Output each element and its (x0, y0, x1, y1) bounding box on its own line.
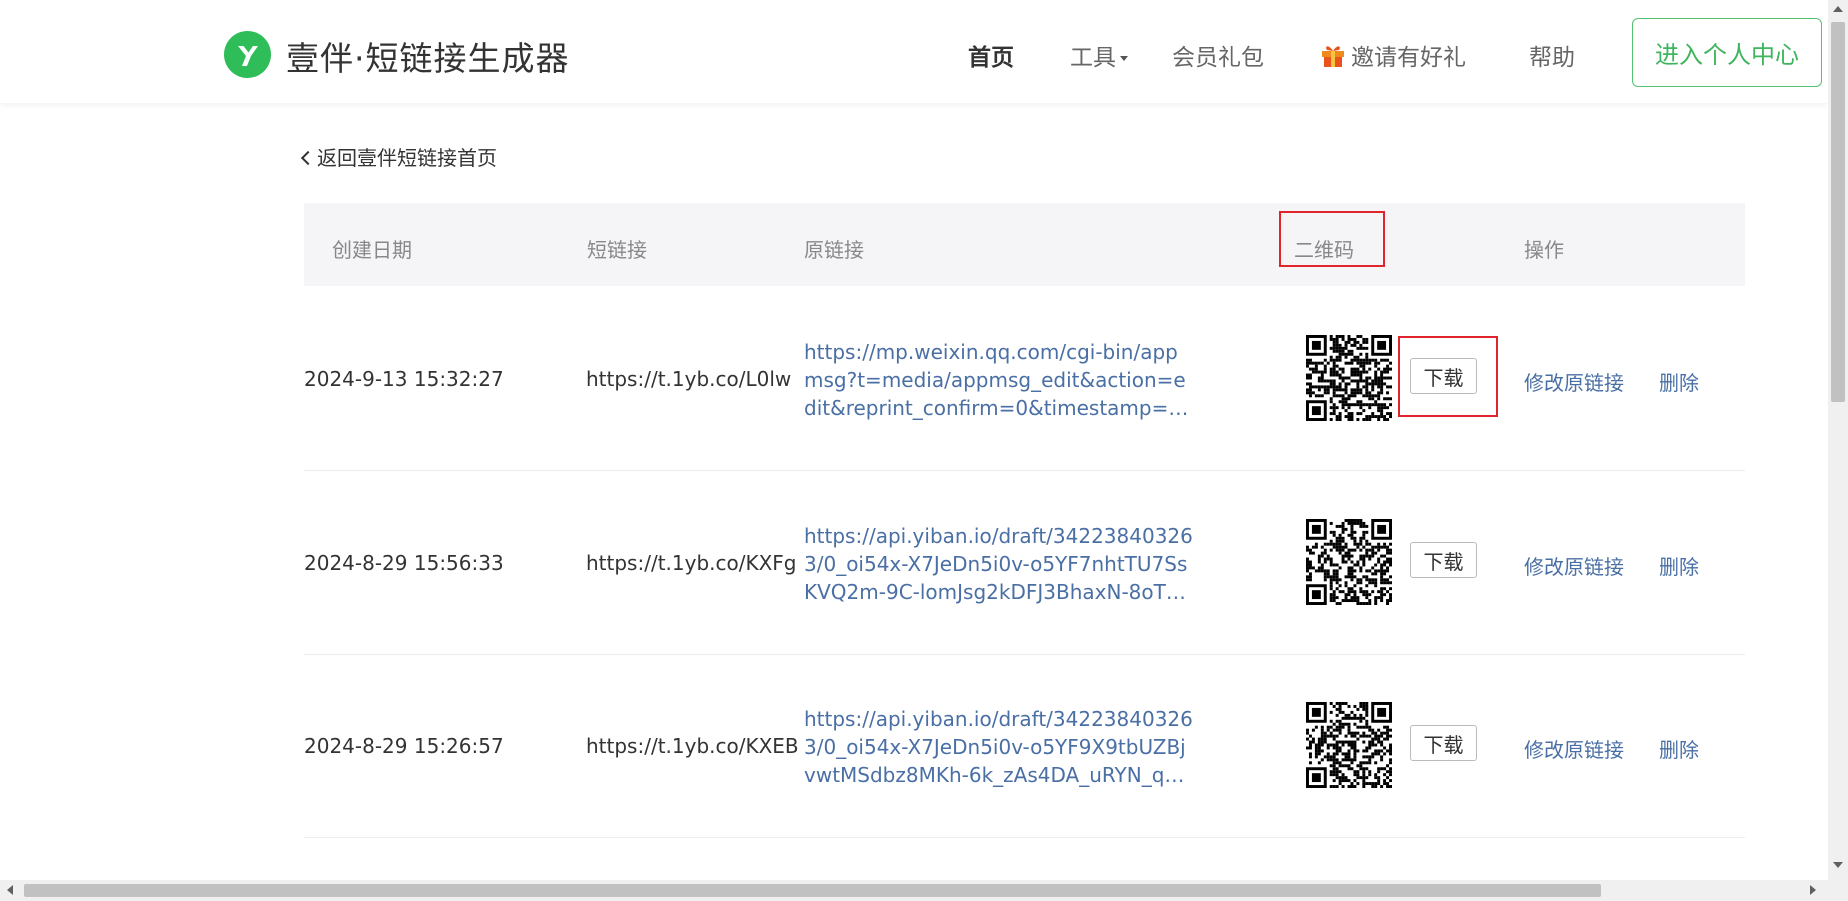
scroll-up-arrow-icon[interactable] (1833, 6, 1843, 12)
cell-date: 2024-8-29 15:26:57 (304, 734, 504, 758)
gift-icon (1322, 46, 1344, 67)
cell-short-link: https://t.1yb.co/L0lw (586, 367, 792, 391)
vertical-scrollbar[interactable] (1828, 0, 1848, 880)
cell-original-link[interactable]: https://api.yiban.io/draft/342238403263/… (804, 522, 1194, 606)
horizontal-scroll-thumb[interactable] (24, 884, 1601, 897)
horizontal-scrollbar[interactable] (0, 880, 1828, 901)
cell-original-link[interactable]: https://mp.weixin.qq.com/cgi-bin/appmsg?… (804, 338, 1194, 422)
logo-y-glyph (237, 45, 258, 66)
cell-short-link: https://t.1yb.co/KXEB (586, 734, 799, 758)
cell-short-link: https://t.1yb.co/KXFg (586, 551, 797, 575)
scroll-left-arrow-icon[interactable] (7, 885, 13, 895)
edit-original-link[interactable]: 修改原链接 (1524, 367, 1624, 396)
edit-original-link[interactable]: 修改原链接 (1524, 734, 1624, 763)
delete-link[interactable]: 删除 (1659, 734, 1699, 763)
download-button[interactable]: 下载 (1410, 725, 1477, 761)
table-row: 2024-8-29 15:26:57 https://t.1yb.co/KXEB… (304, 654, 1745, 838)
cell-date: 2024-9-13 15:32:27 (304, 367, 504, 391)
table-row: 2024-8-29 15:56:33 https://t.1yb.co/KXFg… (304, 471, 1745, 655)
qr-code-image (1306, 702, 1392, 788)
back-link[interactable]: 返回壹伴短链接首页 (300, 142, 497, 171)
vertical-scroll-thumb[interactable] (1831, 22, 1845, 402)
column-header-qrcode: 二维码 (1294, 238, 1354, 262)
qr-code-image (1306, 335, 1392, 421)
member-center-button[interactable]: 进入个人中心 (1632, 18, 1822, 87)
edit-original-link[interactable]: 修改原链接 (1524, 551, 1624, 580)
chevron-left-icon (300, 150, 316, 166)
column-header-actions: 操作 (1524, 238, 1564, 262)
nav-tools-label: 工具 (1070, 45, 1116, 71)
table-row: 2024-9-13 15:32:27 https://t.1yb.co/L0lw… (304, 287, 1745, 471)
cell-original-link[interactable]: https://api.yiban.io/draft/342238403263/… (804, 705, 1194, 789)
download-button[interactable]: 下载 (1410, 542, 1477, 578)
nav-membership[interactable]: 会员礼包 (1172, 38, 1264, 72)
delete-link[interactable]: 删除 (1659, 551, 1699, 580)
nav-invite-label: 邀请有好礼 (1351, 45, 1466, 71)
scroll-down-arrow-icon[interactable] (1833, 862, 1843, 868)
nav-tools[interactable]: 工具 (1070, 38, 1128, 72)
column-header-short-link: 短链接 (587, 238, 647, 262)
nav-invite[interactable]: 邀请有好礼 (1319, 38, 1466, 72)
scrollbar-corner (1828, 880, 1848, 901)
back-link-label: 返回壹伴短链接首页 (317, 146, 497, 170)
top-header: 壹伴·短链接生成器 首页 工具 会员礼包 邀请有好礼 帮助 进入个人中心 (0, 0, 1828, 103)
nav-home[interactable]: 首页 (968, 38, 1014, 72)
column-header-date: 创建日期 (332, 238, 412, 262)
delete-link[interactable]: 删除 (1659, 367, 1699, 396)
site-title[interactable]: 壹伴·短链接生成器 (286, 32, 570, 80)
qr-code-image (1306, 519, 1392, 605)
logo-icon[interactable] (224, 31, 271, 78)
download-button[interactable]: 下载 (1410, 358, 1477, 394)
column-header-original-link: 原链接 (804, 238, 864, 262)
nav-help[interactable]: 帮助 (1529, 38, 1575, 72)
table-header: 创建日期 短链接 原链接 二维码 操作 (304, 203, 1745, 286)
scroll-right-arrow-icon[interactable] (1810, 885, 1816, 895)
cell-date: 2024-8-29 15:56:33 (304, 551, 504, 575)
chevron-down-icon (1120, 56, 1128, 61)
